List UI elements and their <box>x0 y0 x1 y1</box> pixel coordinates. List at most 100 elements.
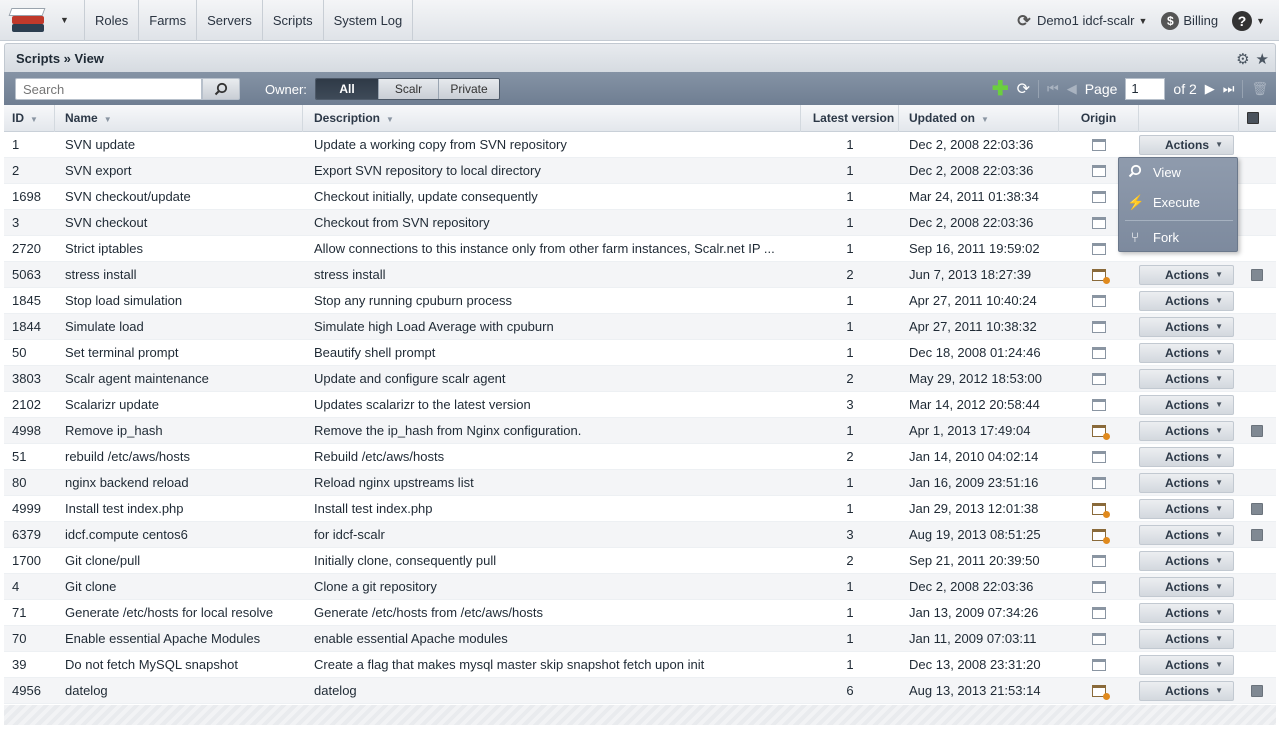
nav-system-log[interactable]: System Log <box>322 0 414 41</box>
cell-latest-version: 1 <box>846 215 854 230</box>
cell-description: Install test index.php <box>314 501 433 516</box>
table-row[interactable]: 50 Set terminal prompt Beautify shell prom… <box>4 340 1276 366</box>
nav-farms[interactable]: Farms <box>138 0 196 41</box>
cell-id: 1845 <box>12 293 41 308</box>
column-header-name[interactable]: Name ▼ <box>55 105 303 132</box>
cell-updated-on: Dec 2, 2008 22:03:36 <box>909 163 1034 178</box>
grid-body: 1 SVN update Update a working copy from SV… <box>4 132 1276 704</box>
column-header-latest-version[interactable]: Latest version <box>801 105 899 132</box>
table-row[interactable]: 1844 Simulate load Simulate high Load Aver… <box>4 314 1276 340</box>
actions-button[interactable]: Actions ▼ <box>1139 473 1234 493</box>
actions-button[interactable]: Actions ▼ <box>1139 577 1234 597</box>
column-header-origin[interactable]: Origin <box>1059 105 1139 132</box>
cell-name: Generate /etc/hosts for local resolve <box>65 605 274 620</box>
help-menu[interactable]: ? ▼ <box>1232 10 1265 31</box>
nav-servers[interactable]: Servers <box>196 0 262 41</box>
actions-button[interactable]: Actions ▼ <box>1139 499 1234 519</box>
table-row[interactable]: 4999 Install test index.php Install test i… <box>4 496 1276 522</box>
nav-scripts[interactable]: Scripts <box>261 0 323 41</box>
page-title: Scripts » View <box>16 51 104 66</box>
actions-button[interactable]: Actions ▼ <box>1139 681 1234 701</box>
column-header-description[interactable]: Description ▼ <box>303 105 801 132</box>
table-row[interactable]: 4 Git clone Clone a git repository 1 Dec 2, … <box>4 574 1276 600</box>
actions-button[interactable]: Actions ▼ <box>1139 135 1234 155</box>
first-page-icon[interactable]: ⏮ <box>1047 81 1059 97</box>
chevron-down-icon: ▼ <box>1138 15 1148 26</box>
shared-script-icon <box>1092 477 1106 489</box>
cell-updated-on: Jan 14, 2010 04:02:14 <box>909 449 1039 464</box>
last-page-icon[interactable]: ⏭ <box>1223 81 1235 97</box>
actions-button[interactable]: Actions ▼ <box>1139 291 1234 311</box>
actions-button[interactable]: Actions ▼ <box>1139 317 1234 337</box>
refresh-icon[interactable]: ⟳ <box>1017 79 1030 99</box>
billing-link[interactable]: $ Billing <box>1161 11 1218 30</box>
actions-button[interactable]: Actions ▼ <box>1139 447 1234 467</box>
shared-script-icon <box>1092 581 1106 593</box>
actions-button[interactable]: Actions ▼ <box>1139 525 1234 545</box>
actions-button[interactable]: Actions ▼ <box>1139 265 1234 285</box>
row-checkbox[interactable] <box>1251 269 1263 281</box>
actions-button[interactable]: Actions ▼ <box>1139 603 1234 623</box>
actions-label: Actions <box>1165 294 1210 308</box>
table-row[interactable]: 1845 Stop load simulation Stop any running… <box>4 288 1276 314</box>
actions-button[interactable]: Actions ▼ <box>1139 343 1234 363</box>
cell-origin <box>1059 262 1139 288</box>
table-row[interactable]: 1698 SVN checkout/update Checkout initiall… <box>4 184 1276 210</box>
menu-item-fork[interactable]: ⑂ Fork <box>1119 223 1237 251</box>
actions-label: Actions <box>1165 684 1210 698</box>
table-row[interactable]: 4956 datelog datelog 6 Aug 13, 2013 21:53:14… <box>4 678 1276 704</box>
table-row[interactable]: 6379 idcf.compute centos6 for idcf-scalr 3 A… <box>4 522 1276 548</box>
owner-scalr-button[interactable]: Scalr <box>378 79 438 99</box>
actions-button[interactable]: Actions ▼ <box>1139 369 1234 389</box>
add-icon[interactable]: ✚ <box>992 76 1009 101</box>
table-row[interactable]: 2102 Scalarizr update Updates scalarizr to… <box>4 392 1276 418</box>
menu-item-execute[interactable]: ⚡ Execute <box>1119 188 1237 216</box>
owner-private-button[interactable]: Private <box>438 79 499 99</box>
table-row[interactable]: 80 nginx backend reload Reload nginx upstr… <box>4 470 1276 496</box>
search-input[interactable] <box>15 78 202 100</box>
table-row[interactable]: 2 SVN export Export SVN repository to loca… <box>4 158 1276 184</box>
gear-icon[interactable]: ⚙ <box>1236 50 1249 68</box>
star-icon[interactable]: ★ <box>1256 50 1269 68</box>
next-page-icon[interactable]: ▶ <box>1205 81 1215 97</box>
nav-roles[interactable]: Roles <box>84 0 138 41</box>
table-row[interactable]: 3 SVN checkout Checkout from SVN repositor… <box>4 210 1276 236</box>
table-row[interactable]: 5063 stress install stress install 2 Jun 7, … <box>4 262 1276 288</box>
page-number-input[interactable] <box>1125 77 1166 100</box>
environment-menu[interactable]: ⟳ Demo1 idcf-scalr ▼ <box>1015 12 1147 30</box>
actions-button[interactable]: Actions ▼ <box>1139 655 1234 675</box>
menu-item-view[interactable]: View <box>1119 158 1237 186</box>
column-header-select[interactable] <box>1239 105 1276 132</box>
table-row[interactable]: 1 SVN update Update a working copy from SV… <box>4 132 1276 158</box>
row-checkbox[interactable] <box>1251 529 1263 541</box>
owner-all-button[interactable]: All <box>316 79 378 99</box>
select-all-checkbox[interactable] <box>1247 112 1259 124</box>
table-row[interactable]: 3803 Scalr agent maintenance Update and co… <box>4 366 1276 392</box>
column-header-id[interactable]: ID ▼ <box>4 105 55 132</box>
trash-icon[interactable]: 🗑 <box>1251 81 1268 97</box>
row-checkbox[interactable] <box>1251 503 1263 515</box>
table-row[interactable]: 39 Do not fetch MySQL snapshot Create a fl… <box>4 652 1276 678</box>
search-button[interactable] <box>202 78 240 100</box>
grid-toolbar: Owner: All Scalr Private ✚ ⟳ ⏮ ◀ Page of… <box>4 72 1276 105</box>
actions-menu: View ⚡ Execute ⑂ Fork <box>1118 157 1238 252</box>
table-row[interactable]: 70 Enable essential Apache Modules enable … <box>4 626 1276 652</box>
row-checkbox[interactable] <box>1251 425 1263 437</box>
table-row[interactable]: 71 Generate /etc/hosts for local resolve G… <box>4 600 1276 626</box>
row-checkbox[interactable] <box>1251 685 1263 697</box>
table-row[interactable]: 51 rebuild /etc/aws/hosts Rebuild /etc/aws… <box>4 444 1276 470</box>
actions-button[interactable]: Actions ▼ <box>1139 395 1234 415</box>
actions-button[interactable]: Actions ▼ <box>1139 629 1234 649</box>
previous-page-icon[interactable]: ◀ <box>1067 81 1077 97</box>
actions-button[interactable]: Actions ▼ <box>1139 551 1234 571</box>
table-row[interactable]: 1700 Git clone/pull Initially clone, conse… <box>4 548 1276 574</box>
table-row[interactable]: 2720 Strict iptables Allow connections to … <box>4 236 1276 262</box>
dollar-icon: $ <box>1161 11 1180 30</box>
app-logo-menu[interactable]: ▼ <box>8 5 80 35</box>
column-header-updated-on[interactable]: Updated on ▼ <box>899 105 1059 132</box>
table-row[interactable]: 4998 Remove ip_hash Remove the ip_hash fro… <box>4 418 1276 444</box>
custom-script-icon <box>1092 425 1110 440</box>
cell-origin <box>1059 366 1139 392</box>
actions-button[interactable]: Actions ▼ <box>1139 421 1234 441</box>
cell-updated-on: Jan 11, 2009 07:03:11 <box>909 631 1037 646</box>
